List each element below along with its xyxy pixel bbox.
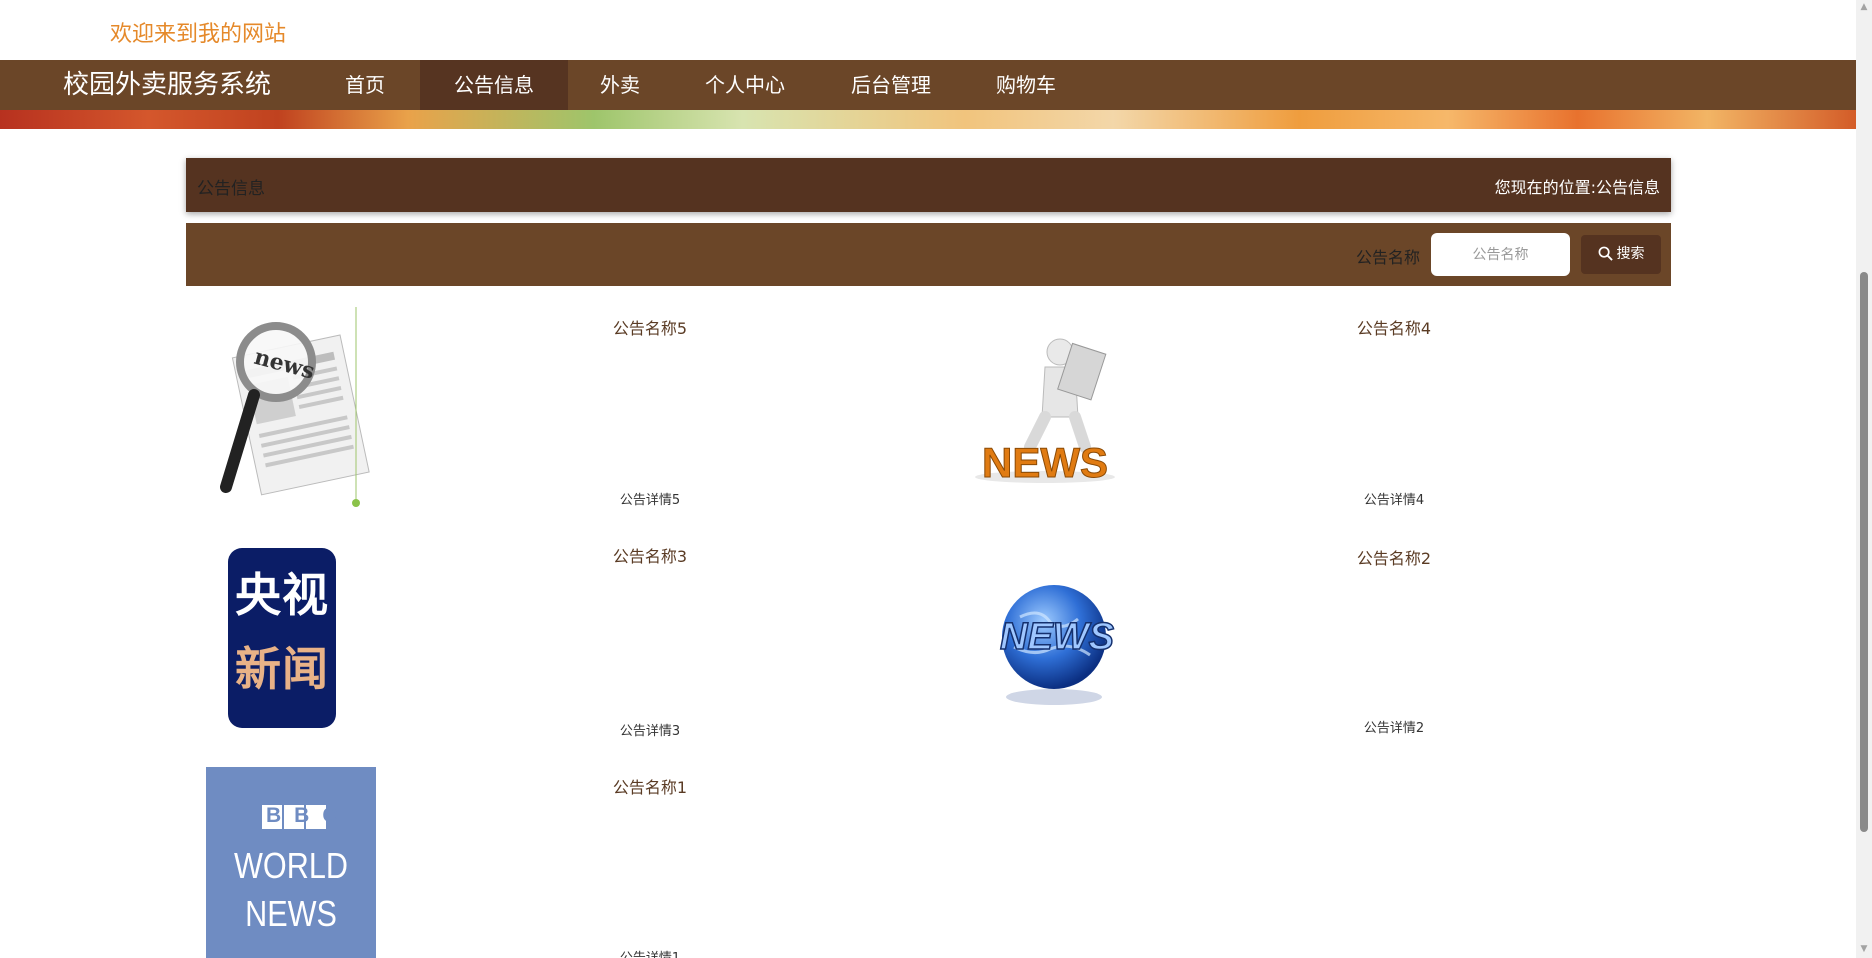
globe-logo-text: NEWS <box>1000 616 1114 658</box>
nav-item-home[interactable]: 首页 <box>316 60 414 110</box>
notice-title[interactable]: 公告名称2 <box>1294 545 1494 569</box>
nav-item-cart[interactable]: 购物车 <box>972 60 1080 110</box>
scroll-down-arrow-icon[interactable]: ▼ <box>1856 944 1872 956</box>
notice-card[interactable]: BBC WORLD NEWS 公告名称1 公告详情1 <box>186 767 926 958</box>
nav-item-admin[interactable]: 后台管理 <box>830 60 952 110</box>
notice-title[interactable]: 公告名称3 <box>550 543 750 567</box>
nav-item-notices[interactable]: 公告信息 <box>420 60 568 110</box>
scroll-thumb[interactable] <box>1860 272 1868 832</box>
notice-image[interactable]: BBC WORLD NEWS <box>206 767 376 958</box>
scroll-up-arrow-icon[interactable]: ▲ <box>1856 2 1872 14</box>
bbc-logo-line-1: BBC <box>266 804 351 827</box>
nav-item-profile[interactable]: 个人中心 <box>686 60 804 110</box>
notice-card[interactable]: NEWS 公告名称4 公告详情4 <box>930 307 1670 508</box>
notice-card[interactable]: 央视 新闻 公告名称3 公告详情3 <box>186 537 926 739</box>
bbc-logo-line-3: NEWS <box>245 893 337 934</box>
search-icon <box>1598 246 1613 261</box>
notice-detail: 公告详情5 <box>619 493 681 508</box>
page-title-bar: 公告信息 您现在的位置:公告信息 <box>186 158 1671 212</box>
search-bar: 公告名称 搜索 <box>186 223 1671 286</box>
notice-card[interactable]: news 公告名称5 公告详情5 <box>186 307 926 508</box>
page-title: 公告信息 <box>197 179 265 199</box>
notice-title[interactable]: 公告名称4 <box>1294 315 1494 339</box>
breadcrumb: 您现在的位置:公告信息 <box>1495 174 1660 198</box>
notice-detail: 公告详情3 <box>619 724 681 739</box>
notice-title[interactable]: 公告名称5 <box>550 315 750 339</box>
breadcrumb-current[interactable]: 公告信息 <box>1596 178 1660 197</box>
notice-card[interactable]: NEWS 公告名称2 公告详情2 <box>930 537 1670 737</box>
svg-text:NEWS: NEWS <box>982 439 1108 486</box>
banner-image <box>0 110 1856 129</box>
nav-item-takeout[interactable]: 外卖 <box>568 60 672 110</box>
notice-title[interactable]: 公告名称1 <box>550 774 750 798</box>
cctv-logo-line-2: 新闻 <box>235 642 329 696</box>
search-button-label: 搜索 <box>1616 246 1645 262</box>
notice-image[interactable]: 央视 新闻 <box>206 537 376 737</box>
welcome-bar: 欢迎来到我的网站 <box>0 0 1856 60</box>
notice-image[interactable]: NEWS <box>950 537 1120 737</box>
search-input[interactable] <box>1431 233 1570 276</box>
bbc-logo-line-2: WORLD <box>234 845 348 886</box>
search-label: 公告名称 <box>1356 248 1421 267</box>
notice-detail: 公告详情4 <box>1363 493 1425 508</box>
cctv-logo-line-1: 央视 <box>235 568 329 622</box>
notice-image[interactable]: news <box>206 307 376 507</box>
site-brand[interactable]: 校园外卖服务系统 <box>63 60 271 110</box>
notice-detail: 公告详情2 <box>1363 721 1425 736</box>
breadcrumb-label: 您现在的位置: <box>1494 178 1596 197</box>
search-button[interactable]: 搜索 <box>1581 235 1661 274</box>
notice-image[interactable]: NEWS <box>950 307 1120 507</box>
main-navbar: 校园外卖服务系统 首页 公告信息 外卖 个人中心 后台管理 购物车 <box>0 60 1856 110</box>
welcome-text: 欢迎来到我的网站 <box>110 22 287 47</box>
notice-detail: 公告详情1 <box>550 947 750 958</box>
page-scrollbar[interactable]: ▲ ▼ <box>1856 0 1872 958</box>
